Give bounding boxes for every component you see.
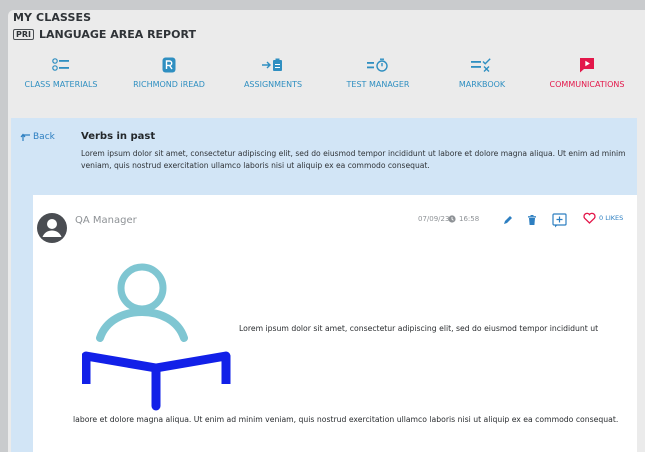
nav-label: MARKBOOK (458, 80, 506, 89)
post-time: 16:58 (448, 215, 479, 223)
nav-label: ASSIGNMENTS (243, 80, 303, 89)
level-badge: PRI (13, 29, 34, 40)
nav-test-manager[interactable]: TEST MANAGER (323, 55, 433, 89)
like-button[interactable]: 0 LIKES (583, 212, 623, 224)
user-icon (42, 219, 62, 237)
lesson-title: Verbs in past (81, 131, 156, 142)
nav-label: RICHMOND iREAD (133, 80, 205, 89)
nav-richmond-iread[interactable]: RICHMOND iREAD (114, 55, 224, 89)
play-message-icon (532, 55, 642, 75)
lesson-description: Lorem ipsum dolor sit amet, consectetur … (81, 149, 626, 170)
back-arrow-icon (20, 133, 30, 141)
trash-icon[interactable] (528, 215, 536, 225)
page-title: MY CLASSES (13, 11, 92, 24)
back-button[interactable]: Back (20, 132, 55, 142)
nav-assignments[interactable]: ASSIGNMENTS (218, 55, 328, 89)
post-text-continued: labore et dolore magna aliqua. Ut enim a… (73, 415, 619, 424)
list-icon (6, 55, 116, 75)
markbook-check-icon (427, 55, 537, 75)
nav-label: TEST MANAGER (346, 80, 410, 89)
class-name: LANGUAGE AREA REPORT (39, 28, 196, 41)
reading-student-illustration (82, 263, 231, 411)
back-label: Back (33, 132, 55, 142)
timer-icon (323, 55, 433, 75)
likes-count: 0 LIKES (599, 214, 624, 222)
nav-communications[interactable]: COMMUNICATIONS (532, 55, 642, 89)
heart-icon (583, 212, 596, 224)
post-text-line: Lorem ipsum dolor sit amet, consectetur … (239, 324, 599, 333)
avatar (37, 213, 67, 243)
assignment-arrow-icon (218, 55, 328, 75)
post-date: 07/09/23 (418, 215, 450, 223)
nav-class-materials[interactable]: CLASS MATERIALS (6, 55, 116, 89)
clock-icon (448, 215, 456, 223)
nav-label: CLASS MATERIALS (24, 80, 98, 89)
class-subtitle: PRI LANGUAGE AREA REPORT (13, 28, 196, 41)
class-nav: CLASS MATERIALS RICHMOND iREAD ASSIGNMEN… (0, 55, 637, 95)
nav-label: COMMUNICATIONS (549, 80, 625, 89)
add-comment-icon[interactable] (552, 213, 567, 228)
richmond-r-icon (114, 55, 224, 75)
post-time-value: 16:58 (459, 215, 480, 223)
post-author[interactable]: QA Manager (75, 215, 137, 226)
edit-pencil-icon[interactable] (503, 215, 513, 225)
nav-markbook[interactable]: MARKBOOK (427, 55, 537, 89)
